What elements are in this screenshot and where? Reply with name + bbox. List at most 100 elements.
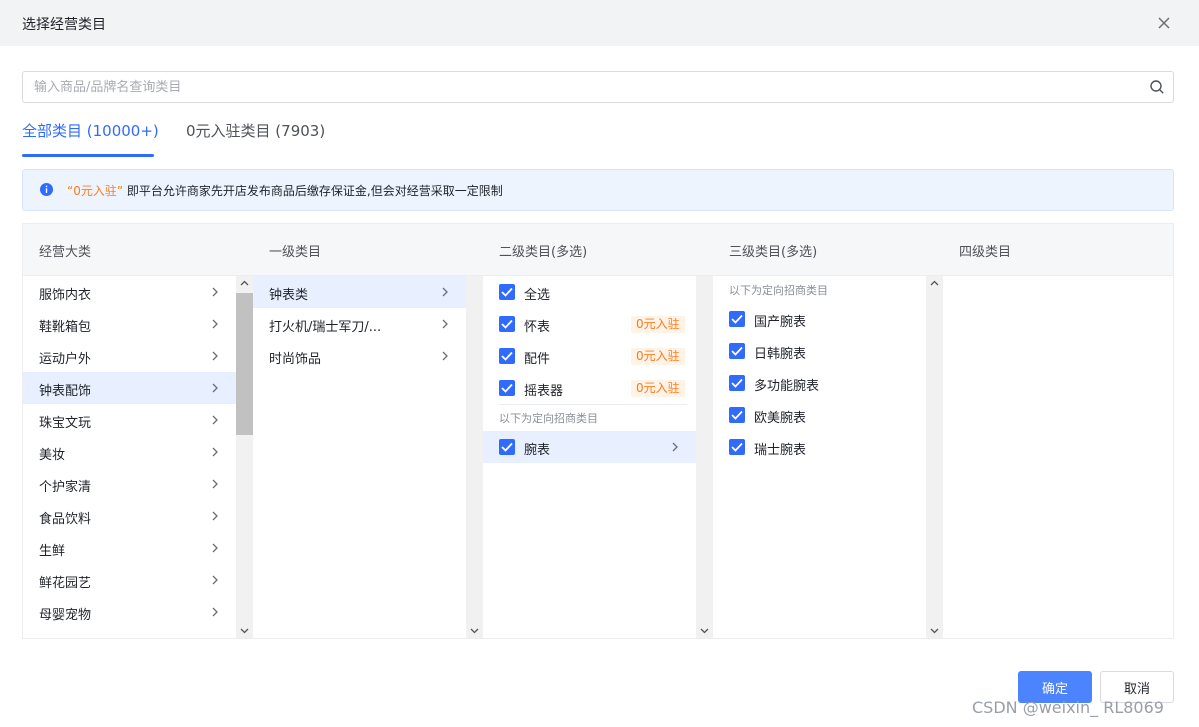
header-major-category: 经营大类 [39, 245, 92, 260]
level2-item[interactable]: 摇表器 0元入驻 [483, 372, 696, 404]
notice-text: “0元入驻” 即平台允许商家先开店发布商品后缴存保证金,但会对经营采取一定限制 [67, 182, 503, 199]
major-item-selected[interactable]: 钟表配饰 [23, 372, 236, 404]
columns-header: 经营大类 一级类目 二级类目(多选) 三级类目(多选) 四级类目 [23, 224, 1173, 276]
watermark: CSDN @weixin_ RL8069 [972, 698, 1164, 717]
level2-item-label: 配件 [524, 352, 551, 367]
header-level3: 三级类目(多选) [729, 245, 818, 260]
checkbox-checked[interactable] [499, 439, 515, 455]
search-icon[interactable] [1149, 79, 1165, 95]
checkbox-checked[interactable] [499, 284, 515, 300]
search-box [22, 71, 1174, 103]
level1-item-label: 时尚饰品 [269, 352, 322, 367]
scroll-up-icon[interactable] [930, 279, 939, 288]
checkbox-checked[interactable] [729, 375, 745, 391]
level2-select-all[interactable]: 全选 [483, 276, 696, 308]
chevron-right-icon [212, 543, 218, 553]
level1-item-label: 钟表类 [269, 288, 309, 303]
major-item[interactable]: 服饰内衣 [23, 276, 236, 308]
select-all-label: 全选 [524, 288, 551, 303]
major-item[interactable]: 母婴宠物 [23, 596, 236, 628]
chevron-right-icon [212, 607, 218, 617]
checkbox-checked[interactable] [729, 311, 745, 327]
chevron-right-icon [212, 319, 218, 329]
major-item[interactable]: 珠宝文玩 [23, 404, 236, 436]
level1-item-label: 打火机/瑞士军刀/... [269, 320, 382, 335]
major-item[interactable]: 运动户外 [23, 340, 236, 372]
level3-item[interactable]: 瑞士腕表 [713, 431, 926, 463]
major-item-label: 食品饮料 [39, 512, 92, 527]
tab-all-categories[interactable]: 全部类目 (10000+) [22, 118, 159, 144]
level3-item[interactable]: 日韩腕表 [713, 335, 926, 367]
level4-category-list [943, 276, 1173, 638]
tab-zero-fee-categories[interactable]: 0元入驻类目 (7903) [186, 118, 325, 144]
level2-directed-item-selected[interactable]: 腕表 [483, 431, 696, 463]
info-icon [39, 182, 54, 197]
level2-item-label: 怀表 [524, 320, 551, 335]
level2-item[interactable]: 怀表 0元入驻 [483, 308, 696, 340]
major-item-label: 生鲜 [39, 544, 66, 559]
major-item[interactable]: 生鲜 [23, 532, 236, 564]
level1-item[interactable]: 时尚饰品 [253, 340, 466, 372]
major-item-label: 服饰内衣 [39, 288, 92, 303]
level3-item-label: 国产腕表 [754, 315, 807, 330]
level1-category-list: 钟表类 打火机/瑞士军刀/... 时尚饰品 [253, 276, 466, 638]
checkbox-checked[interactable] [499, 316, 515, 332]
level1-item[interactable]: 打火机/瑞士军刀/... [253, 308, 466, 340]
notice-body: 即平台允许商家先开店发布商品后缴存保证金,但会对经营采取一定限制 [123, 184, 503, 198]
scroll-down-icon[interactable] [930, 626, 939, 635]
search-input[interactable] [23, 72, 1133, 102]
level2-item[interactable]: 配件 0元入驻 [483, 340, 696, 372]
select-category-dialog: 选择经营类目 全部类目 (10000+) 0元入驻类目 (7903) “0元入驻… [0, 0, 1199, 727]
checkbox-checked[interactable] [499, 348, 515, 364]
major-category-list: 服饰内衣 鞋靴箱包 运动户外 钟表配饰 珠宝文玩 美妆 个护家清 食品饮料 生鲜… [23, 276, 236, 638]
scroll-thumb[interactable] [236, 293, 253, 435]
dialog-title: 选择经营类目 [22, 17, 106, 33]
major-item[interactable]: 鞋靴箱包 [23, 308, 236, 340]
level3-list-scrollbar[interactable] [926, 276, 943, 638]
major-item-label: 鞋靴箱包 [39, 320, 92, 335]
level2-item-label: 腕表 [524, 443, 551, 458]
major-item[interactable]: 美妆 [23, 436, 236, 468]
level1-item-selected[interactable]: 钟表类 [253, 276, 466, 308]
major-list-scrollbar[interactable] [236, 276, 253, 638]
major-item-label: 运动户外 [39, 352, 92, 367]
zero-fee-badge: 0元入驻 [631, 348, 685, 365]
dialog-header: 选择经营类目 [0, 0, 1199, 46]
chevron-right-icon [212, 447, 218, 457]
level3-item[interactable]: 欧美腕表 [713, 399, 926, 431]
level1-list-scrollbar[interactable] [466, 276, 483, 638]
major-item-label: 个护家清 [39, 480, 92, 495]
checkbox-checked[interactable] [729, 407, 745, 423]
level2-category-list: 全选 怀表 0元入驻 配件 0元入驻 摇表器 0元入驻 以下为定向招商类目 腕表 [483, 276, 696, 638]
level2-list-scrollbar[interactable] [696, 276, 713, 638]
checkbox-checked[interactable] [499, 380, 515, 396]
level3-item-label: 瑞士腕表 [754, 443, 807, 458]
scroll-down-icon[interactable] [470, 626, 479, 635]
level3-category-list: 以下为定向招商类目 国产腕表 日韩腕表 多功能腕表 欧美腕表 瑞士腕表 [713, 276, 926, 638]
major-item-label: 鲜花园艺 [39, 576, 92, 591]
level3-item[interactable]: 国产腕表 [713, 303, 926, 335]
chevron-right-icon [212, 575, 218, 585]
scroll-up-icon[interactable] [240, 279, 249, 288]
chevron-right-icon [212, 415, 218, 425]
chevron-right-icon [212, 351, 218, 361]
checkbox-checked[interactable] [729, 439, 745, 455]
level3-item[interactable]: 多功能腕表 [713, 367, 926, 399]
major-item[interactable]: 鲜花园艺 [23, 564, 236, 596]
header-level1: 一级类目 [269, 245, 322, 260]
major-item[interactable]: 食品饮料 [23, 500, 236, 532]
active-tab-indicator [22, 154, 154, 157]
checkbox-checked[interactable] [729, 343, 745, 359]
divider [499, 404, 687, 405]
header-level4: 四级类目 [959, 245, 1012, 260]
level2-item-label: 摇表器 [524, 384, 564, 399]
directed-category-hint: 以下为定向招商类目 [499, 412, 598, 425]
category-columns: 经营大类 一级类目 二级类目(多选) 三级类目(多选) 四级类目 服饰内衣 鞋靴… [22, 223, 1174, 639]
scroll-down-icon[interactable] [240, 626, 249, 635]
close-icon[interactable] [1154, 13, 1174, 33]
zero-fee-badge: 0元入驻 [631, 380, 685, 397]
zero-fee-badge: 0元入驻 [631, 316, 685, 333]
major-item[interactable]: 个护家清 [23, 468, 236, 500]
scroll-down-icon[interactable] [700, 626, 709, 635]
header-level2: 二级类目(多选) [499, 245, 588, 260]
